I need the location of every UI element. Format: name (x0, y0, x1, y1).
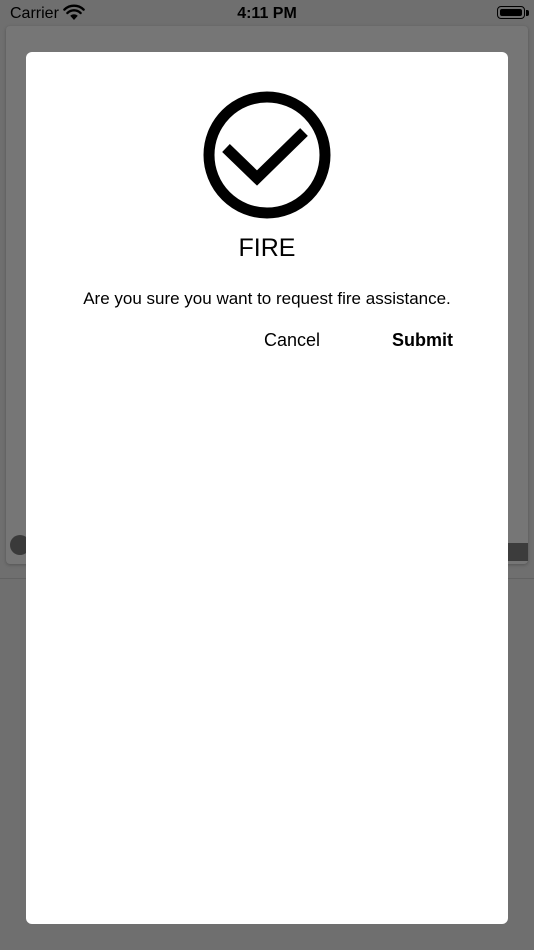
dialog-message: Are you sure you want to request fire as… (83, 289, 451, 308)
battery-nub (526, 10, 529, 16)
battery-level (500, 9, 522, 16)
confirmation-dialog: FIRE Are you sure you want to request fi… (26, 52, 508, 924)
cancel-button[interactable]: Cancel (264, 330, 320, 351)
check-circle-icon (203, 91, 331, 219)
status-bar: Carrier 4:11 PM (0, 0, 534, 28)
submit-button[interactable]: Submit (392, 330, 453, 351)
clock: 4:11 PM (237, 5, 297, 22)
battery-icon (497, 6, 525, 19)
dialog-title: FIRE (238, 234, 296, 262)
